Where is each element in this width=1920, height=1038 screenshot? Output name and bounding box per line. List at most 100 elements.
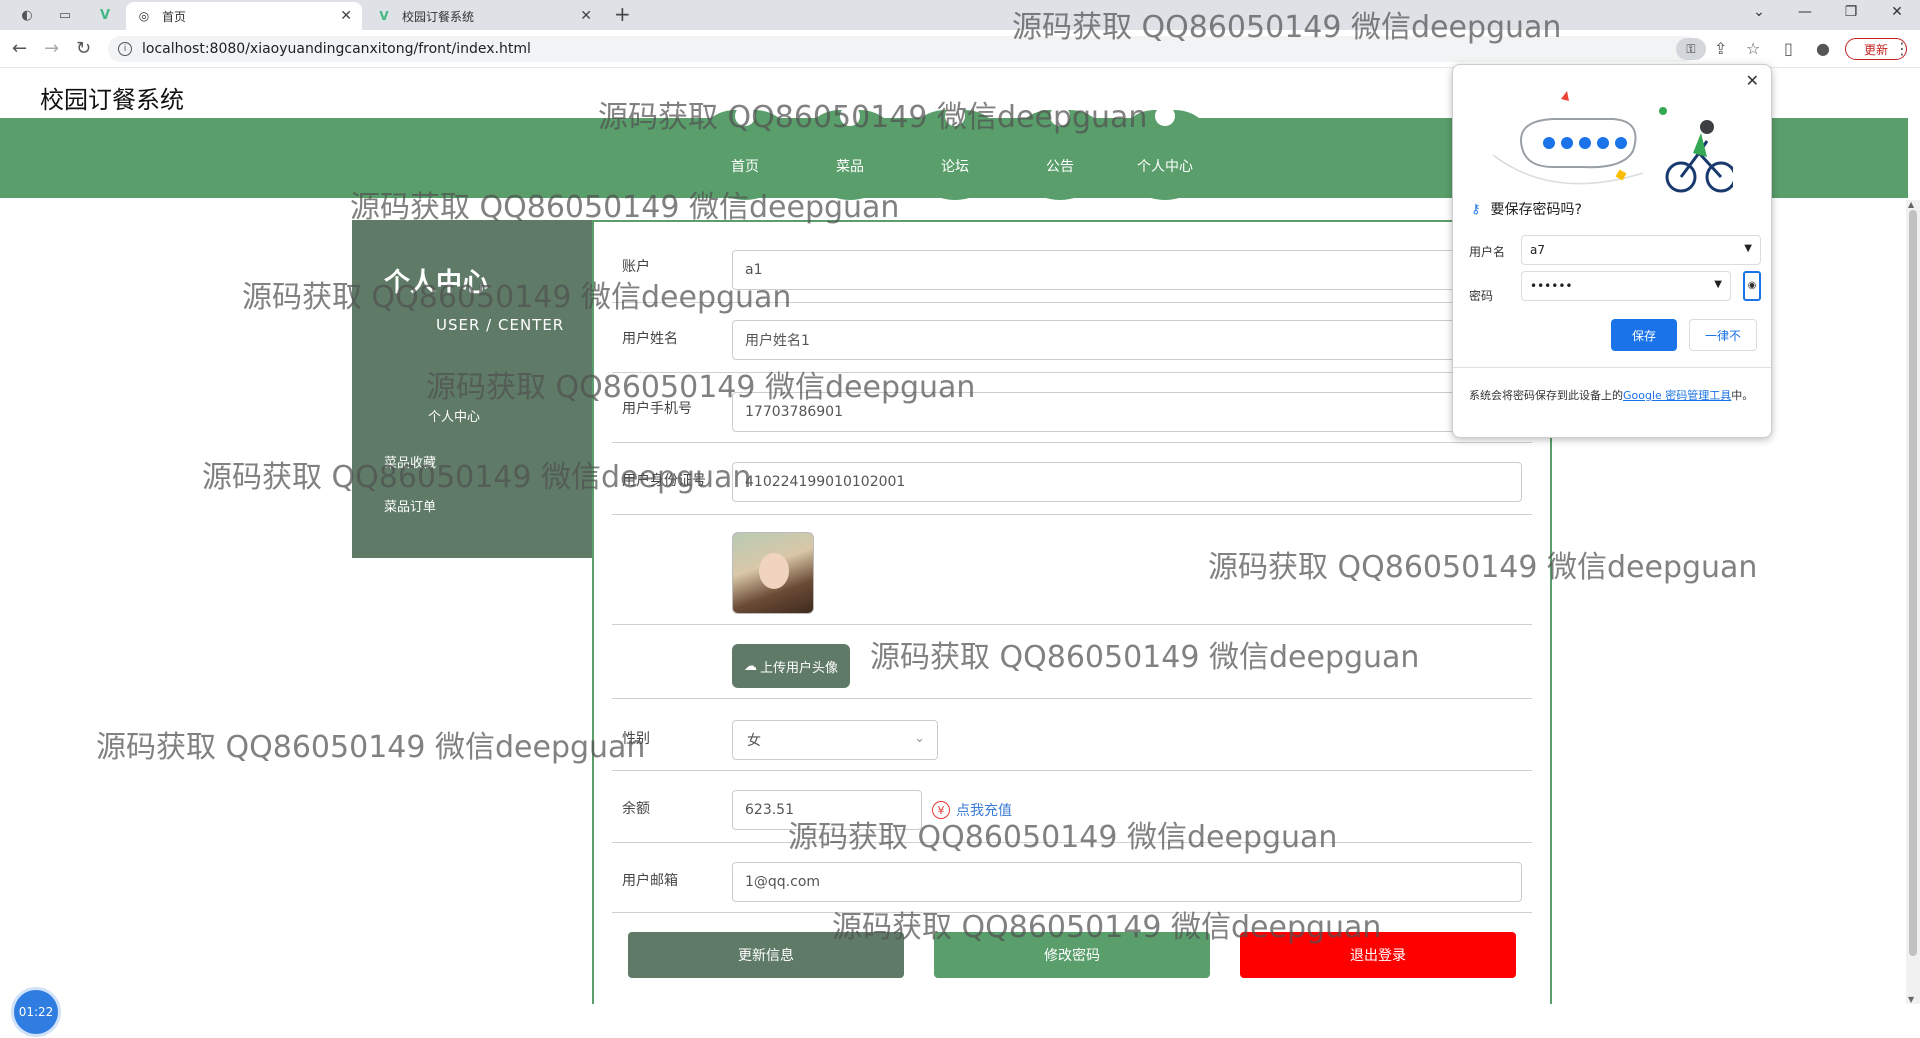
scroll-down-icon[interactable]: ▼: [1908, 995, 1914, 1004]
name-input[interactable]: 用户姓名1: [732, 320, 1518, 360]
update-info-button[interactable]: 更新信息: [628, 932, 904, 978]
recharge-link[interactable]: ¥ 点我充值: [932, 800, 1012, 820]
id-card-label: 用户身份证号: [622, 473, 706, 489]
nav-item-dishes[interactable]: 菜品: [800, 110, 900, 200]
scroll-up-icon[interactable]: ▲: [1908, 200, 1914, 209]
never-save-button[interactable]: 一律不: [1689, 319, 1757, 351]
sidebar-title: 个人中心: [384, 268, 489, 298]
save-label: 保存: [1631, 328, 1656, 343]
gender-select[interactable]: 女 ⌄: [732, 720, 938, 760]
minimize-icon[interactable]: —: [1782, 4, 1828, 20]
balance-label: 余额: [622, 801, 650, 817]
upload-avatar-button[interactable]: ☁ 上传用户头像: [732, 644, 850, 688]
nav-label: 首页: [731, 159, 759, 175]
nav-item-forum[interactable]: 论坛: [905, 110, 1005, 200]
username-select[interactable]: a7 ▼: [1521, 235, 1761, 265]
new-tab-icon[interactable]: +: [614, 2, 631, 26]
tab-search-icon[interactable]: ⌄: [1736, 4, 1782, 20]
password-manager-link[interactable]: Google 密码管理工具: [1623, 389, 1731, 402]
tab-close-icon[interactable]: ✕: [340, 8, 352, 24]
email-input[interactable]: 1@qq.com: [732, 862, 1522, 902]
logout-label: 退出登录: [1350, 948, 1406, 964]
site-title: 校园订餐系统: [40, 86, 184, 114]
nav-label: 菜品: [836, 159, 864, 175]
tab-system[interactable]: V 校园订餐系统 ✕: [366, 2, 602, 30]
password-dialog-title-text: 要保存密码吗?: [1490, 202, 1582, 218]
tab-close-icon[interactable]: ✕: [580, 8, 592, 24]
nav-label: 论坛: [941, 159, 969, 175]
yen-icon: ¥: [932, 801, 950, 819]
row-divider: [612, 442, 1532, 443]
note-prefix: 系统会将密码保存到此设备上的: [1469, 389, 1623, 402]
change-password-label: 修改密码: [1044, 948, 1100, 964]
row-divider: [612, 624, 1532, 625]
tab-home-title: 首页: [162, 9, 187, 24]
email-label: 用户邮箱: [622, 873, 678, 889]
nav-item-notice[interactable]: 公告: [1010, 110, 1110, 200]
user-sidebar: 个人中心 USER / CENTER 个人中心 菜品收藏 菜品订单: [352, 220, 592, 558]
change-password-button[interactable]: 修改密码: [934, 932, 1210, 978]
scroll-thumb[interactable]: [1909, 210, 1917, 956]
sidepanel-icon[interactable]: ▯: [1784, 39, 1793, 58]
phone-input[interactable]: 17703786901: [732, 392, 1518, 432]
vue-tab-icon[interactable]: V: [92, 4, 118, 26]
window-close-icon[interactable]: ✕: [1874, 4, 1920, 20]
name-label: 用户姓名: [622, 331, 678, 347]
account-input[interactable]: a1: [732, 250, 1518, 290]
profile-icon[interactable]: ●: [1816, 39, 1830, 58]
cloud-upload-icon: ☁: [743, 658, 757, 674]
password-illustration: [1493, 91, 1733, 193]
row-divider: [612, 912, 1532, 913]
bookmark-star-icon[interactable]: ☆: [1746, 39, 1760, 58]
browser-tabbar: ◐ ▭ V ◎ 首页 ✕ V 校园订餐系统 ✕ + ⌄ — ❐ ✕: [0, 0, 1920, 30]
watermark-text: 源码获取 QQ86050149 微信deepguan: [96, 730, 646, 765]
recording-timer[interactable]: 01:22: [14, 990, 58, 1034]
update-info-label: 更新信息: [738, 948, 794, 964]
forward-icon[interactable]: →: [44, 38, 59, 59]
close-icon[interactable]: ✕: [1746, 71, 1759, 90]
password-mask: ••••••: [1530, 279, 1573, 293]
password-note: 系统会将密码保存到此设备上的Google 密码管理工具中。: [1469, 387, 1761, 405]
user-avatar: [732, 532, 814, 614]
address-bar[interactable]: i localhost:8080/xiaoyuandingcanxitong/f…: [108, 36, 1698, 62]
show-password-eye-icon[interactable]: ◉: [1743, 271, 1761, 301]
balance-input[interactable]: 623.51: [732, 790, 922, 830]
gender-label: 性别: [622, 731, 650, 747]
pinned-tab-icon[interactable]: ▭: [52, 4, 78, 26]
browser-menu-icon[interactable]: ⋮: [1894, 39, 1910, 58]
row-divider: [612, 514, 1532, 515]
url-text: localhost:8080/xiaoyuandingcanxitong/fro…: [142, 41, 531, 57]
tab-home[interactable]: ◎ 首页 ✕: [126, 2, 362, 30]
nav-label: 公告: [1046, 159, 1074, 175]
reload-icon[interactable]: ↻: [76, 38, 91, 59]
sidebar-item-personal-center[interactable]: 个人中心: [428, 406, 480, 425]
nav-label: 个人中心: [1137, 159, 1193, 175]
restore-icon[interactable]: ❐: [1828, 4, 1874, 20]
logout-button[interactable]: 退出登录: [1240, 932, 1516, 978]
save-password-button[interactable]: 保存: [1611, 319, 1677, 351]
site-info-icon[interactable]: i: [118, 42, 132, 56]
dropdown-arrow-icon: ▼: [1714, 279, 1722, 290]
tab-system-title: 校园订餐系统: [402, 9, 475, 24]
username-value: a7: [1530, 243, 1545, 257]
password-key-icon[interactable]: ⚿: [1676, 38, 1706, 60]
globe-icon: ◎: [138, 9, 150, 23]
row-divider: [612, 372, 1532, 373]
share-icon[interactable]: ⇪: [1714, 39, 1727, 58]
sidebar-item-orders[interactable]: 菜品订单: [384, 496, 436, 515]
main-nav: 首页 菜品 论坛 公告 个人中心: [695, 110, 1220, 200]
gender-value: 女: [747, 733, 761, 749]
dropdown-arrow-icon: ▼: [1744, 243, 1752, 254]
page-scrollbar[interactable]: ▲ ▼: [1906, 200, 1920, 1004]
update-label: 更新: [1863, 42, 1888, 57]
back-icon[interactable]: ←: [12, 38, 27, 59]
id-card-input[interactable]: 410224199010102001: [732, 462, 1522, 502]
nav-item-personal-center[interactable]: 个人中心: [1115, 110, 1215, 200]
sidebar-subtitle: USER / CENTER: [436, 316, 565, 334]
sidebar-item-favorites[interactable]: 菜品收藏: [384, 452, 436, 471]
password-select[interactable]: •••••• ▼: [1521, 271, 1731, 301]
nav-item-home[interactable]: 首页: [695, 110, 795, 200]
browser-toolbar: ← → ↻ i localhost:8080/xiaoyuandingcanxi…: [0, 30, 1920, 68]
row-divider: [612, 842, 1532, 843]
browser-app-icon[interactable]: ◐: [14, 4, 40, 26]
